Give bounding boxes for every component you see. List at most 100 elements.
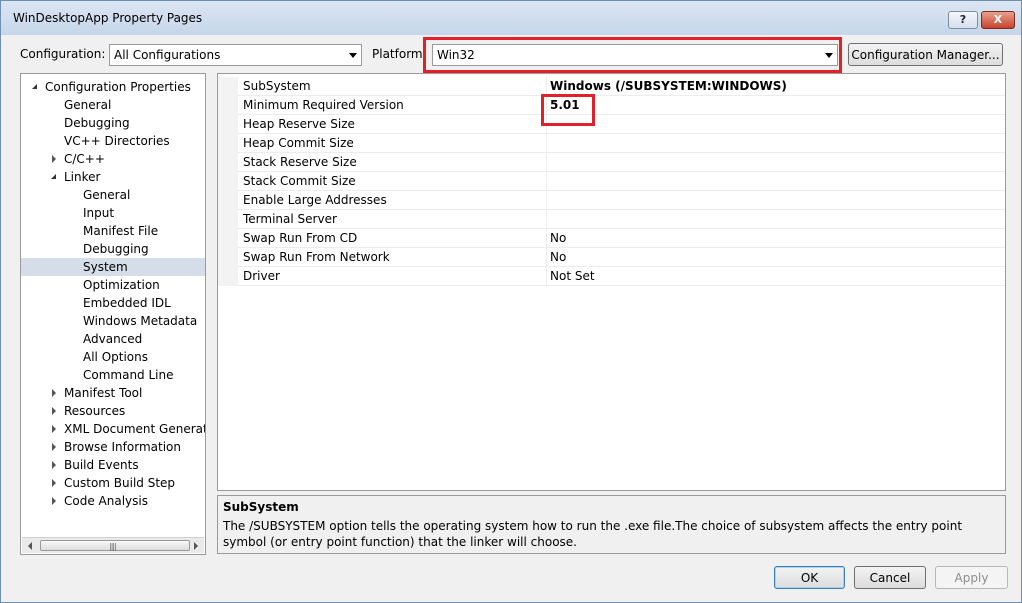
property-name: Stack Commit Size	[243, 174, 356, 188]
row-gutter	[218, 229, 238, 248]
collapsed-arrow-icon[interactable]	[50, 456, 60, 474]
tree-item-label: Debugging	[83, 242, 149, 256]
property-name: SubSystem	[243, 79, 311, 93]
tree-item-label: C/C++	[64, 152, 105, 166]
tree-item[interactable]: Code Analysis	[21, 492, 205, 510]
collapsed-arrow-icon[interactable]	[50, 492, 60, 510]
property-value[interactable]	[546, 172, 1004, 191]
tree-item[interactable]: XML Document Generator	[21, 420, 205, 438]
apply-button[interactable]: Apply	[935, 566, 1008, 589]
tree-item[interactable]: General	[21, 96, 205, 114]
property-row[interactable]: Heap Commit Size	[218, 134, 1005, 153]
tree-item[interactable]: Optimization	[21, 276, 205, 294]
tree-item-label: Advanced	[83, 332, 143, 346]
tree-item[interactable]: Configuration Properties	[21, 78, 205, 96]
configuration-label: Configuration:	[20, 47, 106, 61]
scroll-right-icon[interactable]	[194, 542, 198, 550]
tree-item[interactable]: General	[21, 186, 205, 204]
property-name: Driver	[243, 269, 280, 283]
property-value[interactable]: No	[546, 229, 1004, 248]
scroll-grip: ||||	[109, 542, 117, 551]
tree-item[interactable]: Windows Metadata	[21, 312, 205, 330]
property-name: Swap Run From CD	[243, 231, 358, 245]
row-gutter	[218, 267, 238, 286]
tree-item[interactable]: Resources	[21, 402, 205, 420]
property-row[interactable]: Swap Run From CD No	[218, 229, 1005, 248]
property-value[interactable]	[546, 153, 1004, 172]
property-row[interactable]: Heap Reserve Size	[218, 115, 1005, 134]
property-row[interactable]: Enable Large Addresses	[218, 191, 1005, 210]
tree-item[interactable]: Embedded IDL	[21, 294, 205, 312]
property-row[interactable]: SubSystem Windows (/SUBSYSTEM:WINDOWS)	[218, 77, 1005, 96]
tree-item[interactable]: Linker	[21, 168, 205, 186]
property-row[interactable]: Stack Reserve Size	[218, 153, 1005, 172]
help-button[interactable]: ?	[948, 11, 978, 29]
ok-button[interactable]: OK	[774, 566, 845, 589]
property-value[interactable]	[546, 210, 1004, 229]
property-value[interactable]	[546, 134, 1004, 153]
tree-item-label: VC++ Directories	[64, 134, 170, 148]
collapsed-arrow-icon[interactable]	[50, 438, 60, 456]
tree-item-label: Windows Metadata	[83, 314, 198, 328]
tree-item[interactable]: Custom Build Step	[21, 474, 205, 492]
property-value[interactable]: Windows (/SUBSYSTEM:WINDOWS)	[546, 77, 1004, 96]
cancel-button[interactable]: Cancel	[854, 566, 926, 589]
close-button[interactable]: X	[981, 11, 1015, 29]
scroll-thumb[interactable]: ||||	[40, 540, 190, 551]
property-value[interactable]	[546, 191, 1004, 210]
tree-item[interactable]: Debugging	[21, 240, 205, 258]
tree-item-label: Manifest File	[83, 224, 159, 238]
tree-item[interactable]: C/C++	[21, 150, 205, 168]
min-version-highlight-box	[541, 94, 595, 126]
configuration-dropdown[interactable]: All Configurations	[109, 44, 362, 66]
tree-item-label: Browse Information	[64, 440, 181, 454]
tree-item[interactable]: Debugging	[21, 114, 205, 132]
property-row[interactable]: Minimum Required Version 5.01	[218, 96, 1005, 115]
collapsed-arrow-icon[interactable]	[50, 474, 60, 492]
property-row[interactable]: Stack Commit Size	[218, 172, 1005, 191]
configuration-manager-button[interactable]: Configuration Manager...	[848, 43, 1003, 66]
collapsed-arrow-icon[interactable]	[50, 402, 60, 420]
scroll-left-icon[interactable]	[28, 542, 32, 550]
tree-item[interactable]: VC++ Directories	[21, 132, 205, 150]
property-value[interactable]: No	[546, 248, 1004, 267]
tree-item-label: Code Analysis	[64, 494, 148, 508]
tree-item[interactable]: All Options	[21, 348, 205, 366]
property-row[interactable]: Driver Not Set	[218, 267, 1005, 286]
tree-item[interactable]: Manifest File	[21, 222, 205, 240]
tree-item[interactable]: Build Events	[21, 456, 205, 474]
property-grid[interactable]: SubSystem Windows (/SUBSYSTEM:WINDOWS) Min…	[217, 73, 1006, 491]
tree-item-label: Debugging	[64, 116, 130, 130]
property-tree[interactable]: Configuration Properties General Debugging…	[20, 73, 206, 555]
property-row[interactable]: Swap Run From Network No	[218, 248, 1005, 267]
collapsed-arrow-icon[interactable]	[50, 150, 60, 168]
collapsed-arrow-icon[interactable]	[50, 384, 60, 402]
tree-item[interactable]: Advanced	[21, 330, 205, 348]
window-title: WinDesktopApp Property Pages	[13, 11, 203, 25]
tree-item[interactable]: Manifest Tool	[21, 384, 205, 402]
tree-item-label: Embedded IDL	[83, 296, 171, 310]
row-gutter	[218, 248, 238, 267]
tree-item[interactable]: System	[21, 258, 205, 276]
tree-item[interactable]: Browse Information	[21, 438, 205, 456]
title-bar[interactable]: WinDesktopApp Property Pages ? X	[1, 1, 1021, 35]
property-value[interactable]	[546, 115, 1004, 134]
property-value[interactable]: Not Set	[546, 267, 1004, 286]
property-row[interactable]: Terminal Server	[218, 210, 1005, 229]
tree-item[interactable]: Command Line	[21, 366, 205, 384]
property-value[interactable]: 5.01	[546, 96, 1004, 115]
tree-item-label: XML Document Generator	[64, 422, 206, 436]
collapsed-arrow-icon[interactable]	[50, 420, 60, 438]
platform-label: Platform:	[372, 47, 427, 61]
expanded-arrow-icon[interactable]	[31, 78, 41, 96]
tree-item-label: Command Line	[83, 368, 174, 382]
expanded-arrow-icon[interactable]	[50, 168, 60, 186]
tree-item-label: Resources	[64, 404, 126, 418]
tree-item[interactable]: Input	[21, 204, 205, 222]
horizontal-scrollbar[interactable]: ||||	[22, 537, 204, 553]
